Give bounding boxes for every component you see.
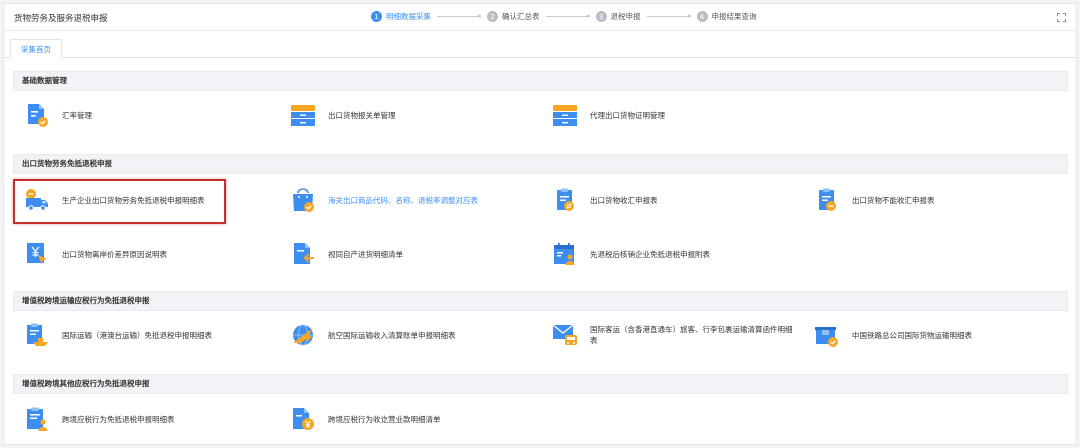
- section-cross-border-other: 增值税跨境其他应税行为免抵退税申报: [13, 374, 1068, 394]
- step-3-label: 退税申报: [610, 12, 641, 21]
- item-self-production-purchase[interactable]: 视同自产进货明细清单: [290, 241, 403, 267]
- section-cross-border-transport: 增值税跨境运输应税行为免抵退税申报: [13, 291, 1068, 311]
- tab-bar: 采集首页: [4, 31, 1076, 59]
- section-basic-data: 基础数据管理: [13, 71, 1068, 91]
- section-export-goods: 出口货物劳务免抵退税申报: [13, 154, 1068, 174]
- step-1[interactable]: 1 明细数据采集: [371, 11, 431, 22]
- page-title: 货物劳务及服务退税申报: [14, 14, 108, 24]
- item-label: 中国铁路总公司国际货物运输明细表: [852, 330, 972, 340]
- document-import-icon: [290, 241, 316, 267]
- step-arrow-icon: [646, 14, 692, 18]
- clipboard-minus-icon: [814, 187, 840, 213]
- item-label: 海关出口商品代码、名称、退税率调整对应表: [328, 195, 478, 205]
- item-label: 出口货物报关单管理: [328, 110, 396, 120]
- step-2-number: 2: [487, 11, 498, 22]
- step-arrow-icon: [545, 14, 591, 18]
- step-2-label: 确认汇总表: [502, 12, 540, 21]
- section-header: 出口货物劳务免抵退税申报: [13, 154, 1068, 174]
- item-export-receipt[interactable]: 出口货物收汇申报表: [552, 187, 658, 213]
- section-header: 增值税跨境其他应税行为免抵退税申报: [13, 374, 1068, 394]
- step-4[interactable]: 4 申报结果查询: [696, 11, 757, 22]
- item-passenger-transport[interactable]: 国际客运（含香港直通车）旅客、行李包裹运输清算函件明细表: [552, 322, 798, 348]
- item-label: 生产企业出口货物劳务免抵退税申报明细表: [62, 195, 205, 205]
- step-2[interactable]: 2 确认汇总表: [487, 11, 540, 22]
- item-international-transport[interactable]: 国际运输（港澳台运输）免抵退税申报明细表: [24, 322, 212, 348]
- cabinet-drawer-icon: [290, 102, 316, 128]
- item-customs-declaration[interactable]: 出口货物报关单管理: [290, 102, 396, 128]
- section-header: 增值税跨境运输应税行为免抵退税申报: [13, 291, 1068, 311]
- step-1-number: 1: [371, 11, 382, 22]
- item-label: 国际运输（港澳台运输）免抵退税申报明细表: [62, 330, 212, 340]
- item-label: 视同自产进货明细清单: [328, 249, 403, 259]
- step-arrow-icon: [437, 14, 482, 18]
- box-check-icon: [814, 322, 840, 348]
- step-3-number: 3: [595, 11, 607, 22]
- step-3[interactable]: 3 退税申报: [595, 11, 641, 22]
- item-fob-difference[interactable]: 出口货物离岸价差异原因说明表: [24, 241, 167, 267]
- item-label: 跨境应税行为免抵退税申报明细表: [62, 414, 175, 424]
- document-yuan-icon: [290, 406, 316, 432]
- app-window: 货物劳务及服务退税申报 1 明细数据采集 2 确认汇总表 3 退税申报 4 申报…: [3, 3, 1077, 445]
- item-label: 跨境应税行为收讫营业款明细清单: [328, 414, 441, 424]
- shopping-bag-check-icon: [290, 187, 316, 213]
- yuan-cursor-icon: [24, 241, 50, 267]
- step-1-label: 明细数据采集: [386, 12, 431, 21]
- item-label: 出口货物离岸价差异原因说明表: [62, 249, 167, 259]
- top-bar: 货物劳务及服务退税申报 1 明细数据采集 2 确认汇总表 3 退税申报 4 申报…: [4, 4, 1076, 31]
- mail-bus-icon: [552, 322, 578, 348]
- airplane-globe-icon: [290, 322, 316, 348]
- item-export-non-receipt[interactable]: 出口货物不能收汇申报表: [814, 187, 935, 213]
- clipboard-ship-icon: [24, 322, 50, 348]
- item-production-enterprise-detail[interactable]: 生产企业出口货物劳务免抵退税申报明细表: [24, 187, 205, 213]
- delivery-truck-icon: [24, 187, 50, 213]
- item-label: 出口货物不能收汇申报表: [852, 195, 935, 205]
- item-customs-code-adjustment[interactable]: 海关出口商品代码、名称、退税率调整对应表: [290, 187, 478, 213]
- item-label: 航空国际运输收入清算账单申报明细表: [328, 330, 456, 340]
- clipboard-person-icon: [24, 406, 50, 432]
- step-4-label: 申报结果查询: [711, 12, 757, 21]
- item-label: 出口货物收汇申报表: [590, 195, 658, 205]
- step-4-number: 4: [696, 11, 708, 22]
- item-air-transport-income[interactable]: 航空国际运输收入清算账单申报明细表: [290, 322, 456, 348]
- item-railway-international-freight[interactable]: 中国铁路总公司国际货物运输明细表: [814, 322, 972, 348]
- clipboard-exchange-icon: [552, 187, 578, 213]
- cabinet-drawer-icon: [552, 102, 578, 128]
- item-cross-border-detail[interactable]: 跨境应税行为免抵退税申报明细表: [24, 406, 175, 432]
- calendar-person-icon: [552, 241, 578, 267]
- fullscreen-icon[interactable]: [1057, 13, 1066, 22]
- item-agency-export-proof[interactable]: 代理出口货物证明管理: [552, 102, 665, 128]
- item-label: 先退税后核销企业免抵退税申报附表: [590, 249, 710, 259]
- item-label: 国际客运（含香港直通车）旅客、行李包裹运输清算函件明细表: [590, 325, 793, 345]
- item-label: 代理出口货物证明管理: [590, 110, 665, 120]
- step-progress: 1 明细数据采集 2 确认汇总表 3 退税申报 4 申报结果查询: [371, 11, 757, 22]
- document-check-icon: [24, 102, 50, 128]
- item-label: 汇率管理: [62, 110, 92, 120]
- item-exchange-rate[interactable]: 汇率管理: [24, 102, 92, 128]
- item-cross-border-revenue[interactable]: 跨境应税行为收讫营业款明细清单: [290, 406, 441, 432]
- section-header: 基础数据管理: [13, 71, 1068, 91]
- tab-collection-home[interactable]: 采集首页: [10, 39, 62, 59]
- item-refund-first-enterprise[interactable]: 先退税后核销企业免抵退税申报附表: [552, 241, 710, 267]
